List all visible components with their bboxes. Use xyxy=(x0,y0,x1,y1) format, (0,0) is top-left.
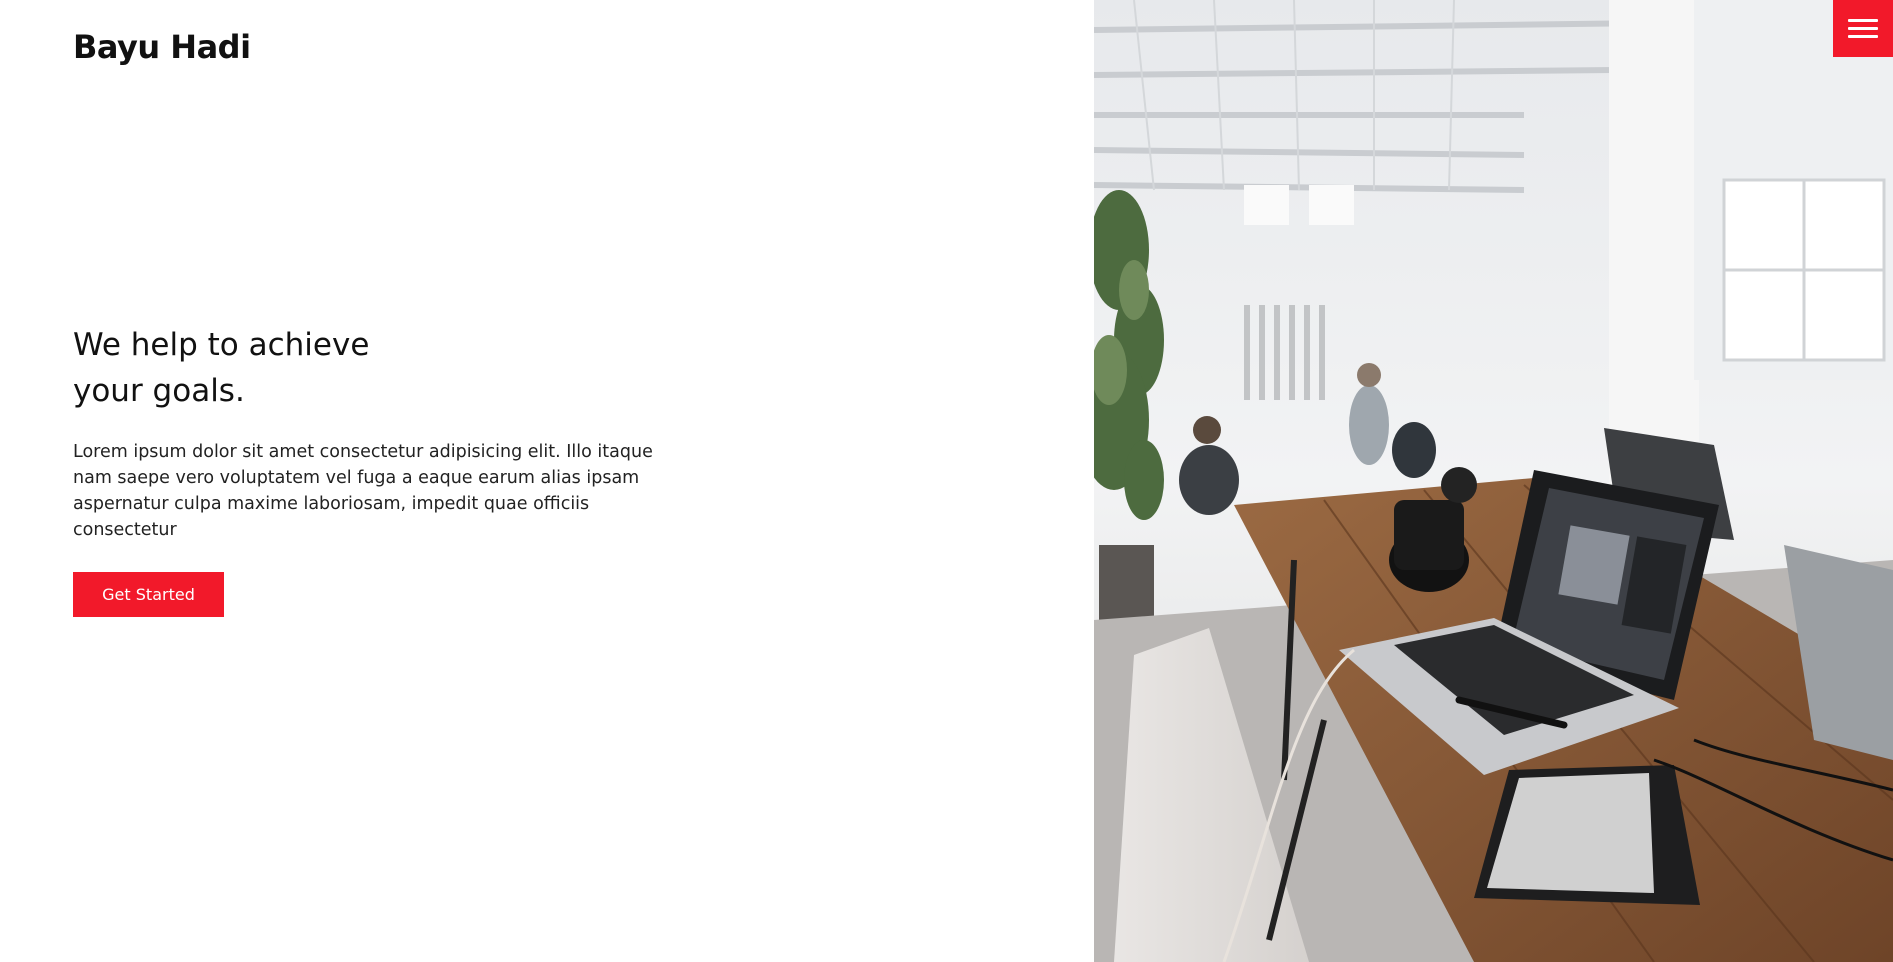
hero-image xyxy=(1094,0,1893,962)
hero-title-line-2: your goals. xyxy=(73,373,245,409)
hero-title: We help to achieve your goals. xyxy=(73,322,493,414)
get-started-button[interactable]: Get Started xyxy=(73,572,224,617)
hamburger-menu-icon xyxy=(1848,19,1878,22)
hero-title-line-1: We help to achieve xyxy=(73,327,370,363)
hamburger-menu-icon-bar xyxy=(1848,27,1878,30)
brand-logo[interactable]: Bayu Hadi xyxy=(73,28,251,66)
hamburger-menu-icon-bar xyxy=(1848,35,1878,38)
landing-page: Bayu Hadi We help to achieve your goals.… xyxy=(0,0,1893,962)
hamburger-menu-button[interactable] xyxy=(1833,0,1893,57)
hero-section: Bayu Hadi We help to achieve your goals.… xyxy=(0,0,1094,962)
workspace-photo xyxy=(1094,0,1893,962)
hero-description: Lorem ipsum dolor sit amet consectetur a… xyxy=(73,442,653,540)
